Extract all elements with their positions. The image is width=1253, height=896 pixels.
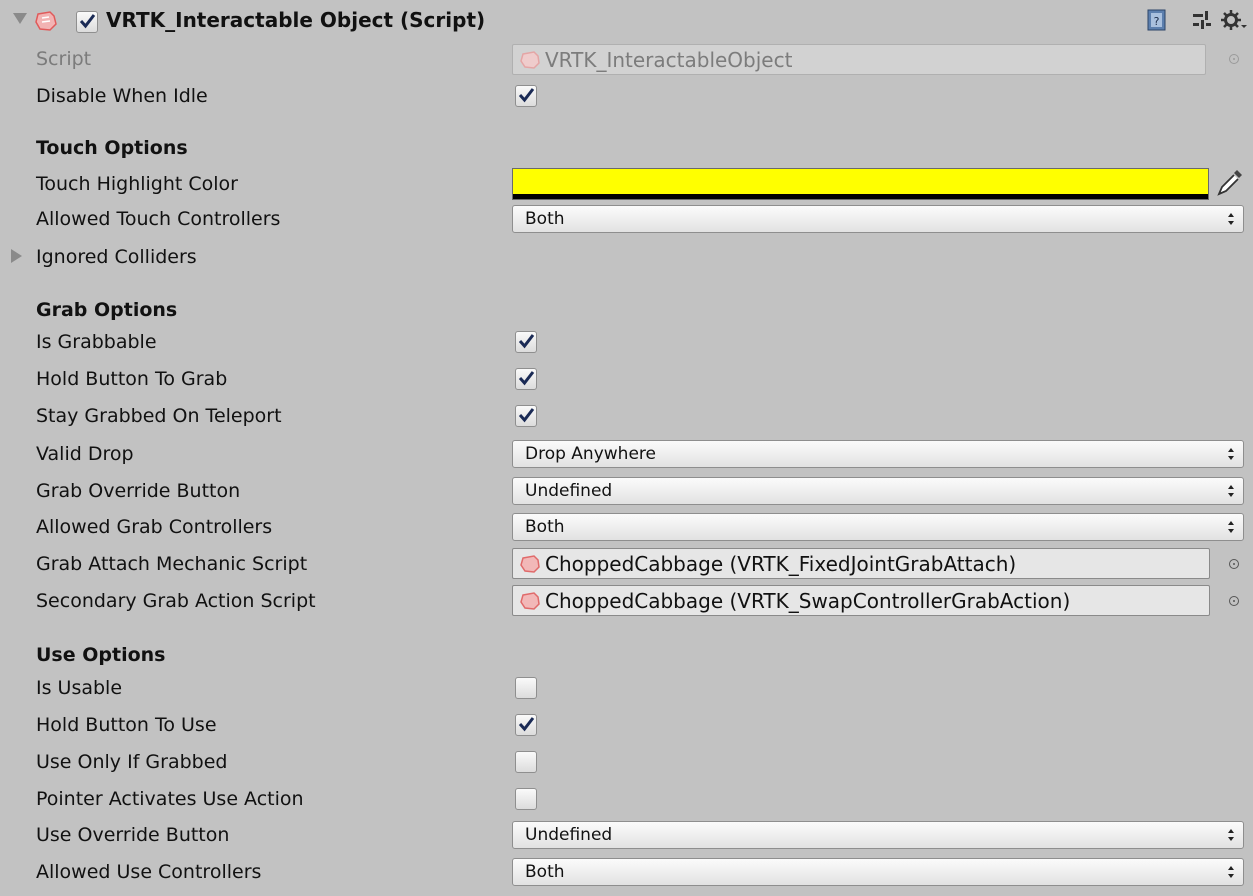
hold-button-to-use-label: Hold Button To Use bbox=[36, 713, 217, 736]
gear-icon[interactable] bbox=[1221, 9, 1247, 31]
dropdown-value: Both bbox=[525, 209, 565, 229]
is-usable-checkbox[interactable] bbox=[515, 677, 537, 699]
is-grabbable-checkbox[interactable] bbox=[515, 331, 537, 353]
stay-grabbed-on-teleport-label: Stay Grabbed On Teleport bbox=[36, 404, 282, 427]
object-picker-icon bbox=[1229, 54, 1239, 64]
touch-highlight-color-field[interactable] bbox=[512, 168, 1209, 200]
dropdown-arrow-icon bbox=[1228, 521, 1234, 533]
valid-drop-dropdown[interactable]: Drop Anywhere bbox=[512, 440, 1244, 468]
svg-text:?: ? bbox=[1154, 15, 1160, 28]
stay-grabbed-on-teleport-checkbox[interactable] bbox=[515, 405, 537, 427]
secondary-grab-action-script-value: ChoppedCabbage (VRTK_SwapControllerGrabA… bbox=[545, 588, 1071, 613]
checkmark-icon bbox=[518, 717, 535, 732]
allowed-use-controllers-dropdown[interactable]: Both bbox=[512, 858, 1244, 886]
inspector-component-panel: VRTK_Interactable Object (Script) ? Scri… bbox=[0, 0, 1253, 896]
grab-override-button-label: Grab Override Button bbox=[36, 479, 241, 502]
script-icon bbox=[520, 592, 540, 610]
dropdown-value: Undefined bbox=[525, 481, 613, 501]
use-override-button-label: Use Override Button bbox=[36, 823, 230, 846]
use-only-if-grabbed-label: Use Only If Grabbed bbox=[36, 750, 228, 773]
ignored-colliders-label[interactable]: Ignored Colliders bbox=[36, 246, 197, 268]
dropdown-value: Both bbox=[525, 517, 565, 537]
allowed-touch-controllers-label: Allowed Touch Controllers bbox=[36, 207, 281, 230]
component-enabled-checkbox[interactable] bbox=[76, 11, 98, 33]
dropdown-value: Both bbox=[525, 862, 565, 882]
eyedropper-icon[interactable] bbox=[1215, 167, 1245, 199]
checkmark-icon bbox=[79, 14, 96, 29]
component-title: VRTK_Interactable Object (Script) bbox=[106, 8, 486, 32]
secondary-grab-action-script-label: Secondary Grab Action Script bbox=[36, 589, 316, 612]
checkmark-icon bbox=[518, 88, 535, 103]
script-icon bbox=[520, 555, 540, 573]
object-picker-icon[interactable] bbox=[1229, 559, 1239, 569]
is-grabbable-label: Is Grabbable bbox=[36, 330, 157, 353]
use-only-if-grabbed-checkbox[interactable] bbox=[515, 751, 537, 773]
valid-drop-row: Valid Drop Drop Anywhere bbox=[0, 435, 1253, 472]
object-picker-icon[interactable] bbox=[1229, 596, 1239, 606]
grab-options-title: Grab Options bbox=[36, 298, 178, 321]
help-book-icon[interactable]: ? bbox=[1147, 9, 1167, 31]
valid-drop-label: Valid Drop bbox=[36, 442, 134, 465]
component-header[interactable]: VRTK_Interactable Object (Script) ? bbox=[0, 6, 1253, 38]
hold-button-to-grab-row: Hold Button To Grab bbox=[0, 360, 1253, 397]
script-icon bbox=[520, 51, 540, 69]
preset-sliders-icon[interactable] bbox=[1191, 9, 1213, 31]
dropdown-value: Drop Anywhere bbox=[525, 444, 656, 464]
dropdown-arrow-icon bbox=[1228, 829, 1234, 841]
hold-button-to-use-checkbox[interactable] bbox=[515, 714, 537, 736]
grab-override-button-dropdown[interactable]: Undefined bbox=[512, 477, 1244, 505]
fold-arrow-icon[interactable] bbox=[13, 13, 27, 24]
grab-attach-mechanic-script-label: Grab Attach Mechanic Script bbox=[36, 552, 308, 575]
foldout-arrow-icon[interactable] bbox=[11, 249, 22, 263]
pointer-activates-use-action-checkbox[interactable] bbox=[515, 788, 537, 810]
checkmark-icon bbox=[518, 334, 535, 349]
is-usable-row: Is Usable bbox=[0, 669, 1253, 706]
hold-button-to-grab-label: Hold Button To Grab bbox=[36, 367, 228, 390]
allowed-touch-controllers-dropdown[interactable]: Both bbox=[512, 205, 1244, 233]
use-only-if-grabbed-row: Use Only If Grabbed bbox=[0, 743, 1253, 780]
dropdown-arrow-icon bbox=[1228, 866, 1234, 878]
use-options-title: Use Options bbox=[36, 643, 166, 666]
use-options-header: Use Options bbox=[0, 636, 1253, 673]
allowed-use-controllers-label: Allowed Use Controllers bbox=[36, 860, 262, 883]
allowed-touch-controllers-row: Allowed Touch Controllers Both bbox=[0, 200, 1253, 237]
script-row: Script VRTK_InteractableObject bbox=[0, 40, 1253, 77]
ignored-colliders-row[interactable]: Ignored Colliders bbox=[0, 238, 1253, 275]
pointer-activates-use-action-row: Pointer Activates Use Action bbox=[0, 780, 1253, 817]
script-value: VRTK_InteractableObject bbox=[545, 47, 793, 72]
disable-when-idle-row: Disable When Idle bbox=[0, 77, 1253, 114]
touch-highlight-color-label: Touch Highlight Color bbox=[36, 172, 238, 195]
grab-attach-mechanic-script-field[interactable]: ChoppedCabbage (VRTK_FixedJointGrabAttac… bbox=[512, 548, 1210, 579]
stay-grabbed-on-teleport-row: Stay Grabbed On Teleport bbox=[0, 397, 1253, 434]
disable-when-idle-checkbox[interactable] bbox=[515, 85, 537, 107]
allowed-grab-controllers-dropdown[interactable]: Both bbox=[512, 513, 1244, 541]
dropdown-arrow-icon bbox=[1228, 213, 1234, 225]
is-usable-label: Is Usable bbox=[36, 676, 123, 699]
script-label: Script bbox=[36, 47, 92, 70]
script-field: VRTK_InteractableObject bbox=[512, 44, 1206, 75]
use-override-button-dropdown[interactable]: Undefined bbox=[512, 821, 1244, 849]
checkmark-icon bbox=[518, 371, 535, 386]
allowed-grab-controllers-label: Allowed Grab Controllers bbox=[36, 515, 273, 538]
hold-button-to-grab-checkbox[interactable] bbox=[515, 368, 537, 390]
is-grabbable-row: Is Grabbable bbox=[0, 323, 1253, 360]
grab-attach-mechanic-script-row: Grab Attach Mechanic Script ChoppedCabba… bbox=[0, 545, 1253, 582]
dropdown-value: Undefined bbox=[525, 825, 613, 845]
use-override-button-row: Use Override Button Undefined bbox=[0, 816, 1253, 853]
pointer-activates-use-action-label: Pointer Activates Use Action bbox=[36, 787, 304, 810]
dropdown-arrow-icon bbox=[1228, 448, 1234, 460]
touch-options-title: Touch Options bbox=[36, 136, 188, 159]
grab-attach-mechanic-script-value: ChoppedCabbage (VRTK_FixedJointGrabAttac… bbox=[545, 551, 1017, 576]
secondary-grab-action-script-field[interactable]: ChoppedCabbage (VRTK_SwapControllerGrabA… bbox=[512, 585, 1210, 616]
hold-button-to-use-row: Hold Button To Use bbox=[0, 706, 1253, 743]
dropdown-arrow-icon bbox=[1228, 485, 1234, 497]
script-icon bbox=[35, 11, 57, 31]
disable-when-idle-label: Disable When Idle bbox=[36, 84, 208, 107]
secondary-grab-action-script-row: Secondary Grab Action Script ChoppedCabb… bbox=[0, 582, 1253, 619]
allowed-grab-controllers-row: Allowed Grab Controllers Both bbox=[0, 508, 1253, 545]
touch-options-header: Touch Options bbox=[0, 129, 1253, 166]
checkmark-icon bbox=[518, 408, 535, 423]
allowed-use-controllers-row: Allowed Use Controllers Both bbox=[0, 853, 1253, 890]
grab-override-button-row: Grab Override Button Undefined bbox=[0, 472, 1253, 509]
